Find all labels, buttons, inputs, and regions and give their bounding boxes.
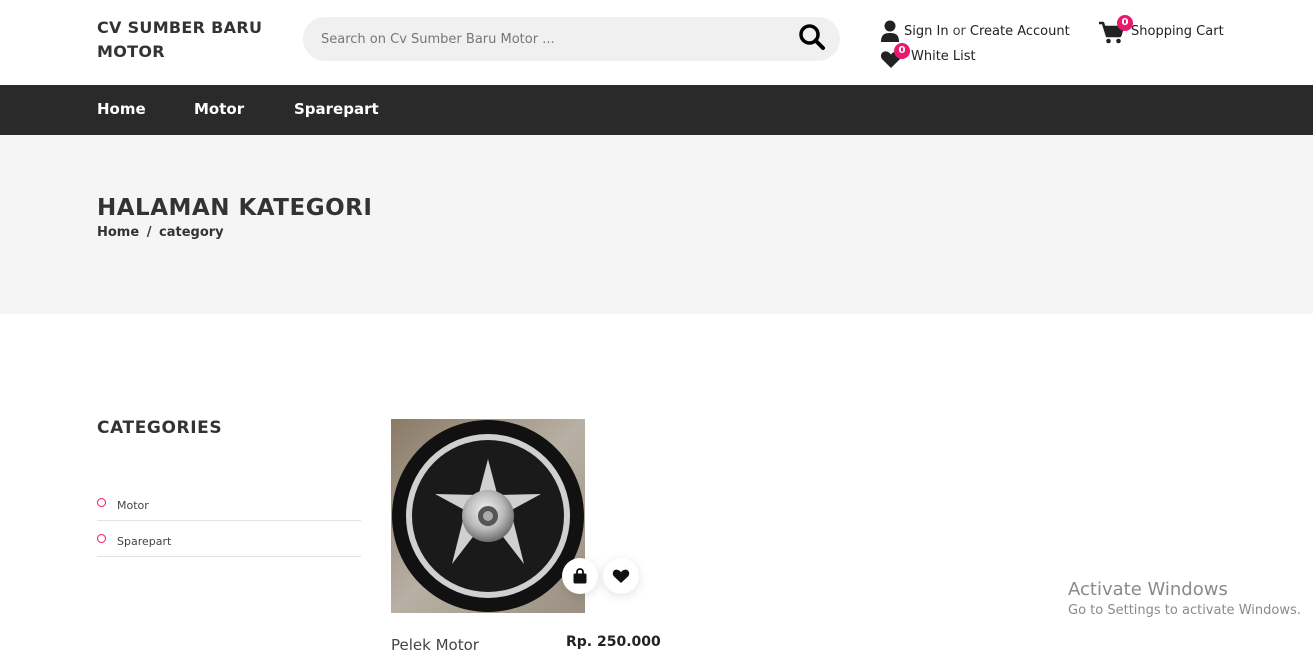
nav-item-home[interactable]: Home [97,100,146,118]
main-nav: Home Motor Sparepart [0,85,1313,135]
or-text: or [952,23,966,39]
product-price: Rp. 250.000 [566,634,661,650]
product-image[interactable] [391,419,585,613]
category-list: Motor Sparepart [97,485,361,557]
wishlist-link[interactable]: 0 White List [880,42,976,70]
category-link-sparepart[interactable]: Sparepart [117,535,171,548]
category-item-sparepart: Sparepart [97,521,361,557]
search-button[interactable] [795,21,829,55]
site-header: CV SUMBER BARU MOTOR Sign In or Create A… [0,0,1313,85]
add-to-wishlist-button[interactable] [603,558,639,594]
wishlist-icon-wrap: 0 [880,43,910,68]
categories-title: CATEGORIES [97,418,223,438]
cart-link[interactable]: 0 Shopping Cart [1099,15,1224,46]
nav-item-motor[interactable]: Motor [194,100,244,118]
add-to-cart-button[interactable] [562,558,598,594]
product-name[interactable]: Pelek Motor [391,636,479,654]
category-link-motor[interactable]: Motor [117,499,149,512]
user-icon [881,20,899,42]
activate-windows-subtitle: Go to Settings to activate Windows. [1068,603,1301,618]
wishlist-label: White List [911,48,976,64]
sign-in-link[interactable]: Sign In [904,24,949,39]
cart-count-badge: 0 [1117,15,1133,31]
breadcrumb-current: category [159,225,224,240]
bullet-circle-icon [97,498,106,507]
breadcrumb-home[interactable]: Home [97,225,139,240]
page-banner: HALAMAN KATEGORI Home / category [0,135,1313,314]
page-title: HALAMAN KATEGORI [97,195,373,221]
heart-icon [612,569,630,583]
shopping-bag-icon [573,568,587,584]
wishlist-count-badge: 0 [894,43,910,59]
wheel-rim-image [391,419,585,613]
cart-label: Shopping Cart [1131,23,1224,39]
site-logo[interactable]: CV SUMBER BARU MOTOR [97,16,267,64]
activate-windows-watermark: Activate Windows Go to Settings to activ… [1068,579,1301,618]
create-account-link[interactable]: Create Account [970,24,1070,39]
bullet-circle-icon [97,534,106,543]
activate-windows-title: Activate Windows [1068,579,1228,600]
cart-icon-wrap: 0 [1099,15,1133,44]
nav-item-sparepart[interactable]: Sparepart [294,100,379,118]
search-input[interactable] [321,17,781,61]
account-links: Sign In or Create Account [880,18,1070,44]
breadcrumb-separator: / [146,225,152,240]
breadcrumb: Home / category [97,225,224,240]
category-item-motor: Motor [97,485,361,521]
search-icon [799,23,825,50]
search-bar [303,17,840,61]
